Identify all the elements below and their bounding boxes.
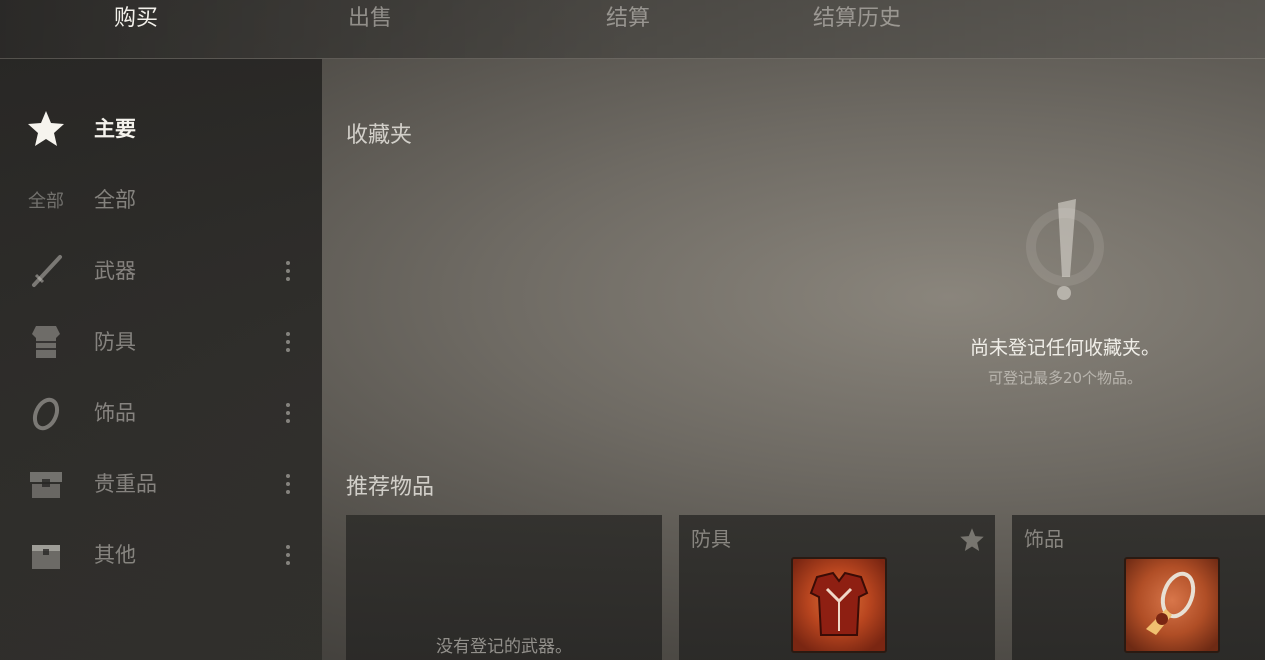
sidebar-item-others[interactable]: 其他 [0,527,322,583]
sidebar-item-label: 武器 [94,259,136,283]
star-icon [24,109,68,149]
box-icon [24,535,68,575]
favorites-limit-hint: 可登记最多20个物品。 [987,369,1143,387]
sidebar-item-label: 贵重品 [94,472,157,496]
card-empty-message: 没有登记的武器。 [436,637,572,657]
favorites-empty-state: 尚未登记任何收藏夹。 可登记最多20个物品。 [940,195,1190,395]
recommended-title: 推荐物品 [346,475,435,500]
sidebar-item-weapons[interactable]: 武器 [0,243,322,299]
favorites-empty-message: 尚未登记任何收藏夹。 [969,337,1160,359]
more-options-icon[interactable] [278,470,298,498]
category-sidebar: 主要 全部 全部 武器 防具 饰品 贵重品 其他 [0,59,322,660]
red-armor-icon[interactable] [791,557,887,653]
recommended-card-armor[interactable]: 防具 [679,515,995,660]
favorite-star-icon[interactable] [959,527,985,553]
top-tab-bar: 购买 出售 结算 结算历史 [0,0,1265,59]
sidebar-item-armor[interactable]: 防具 [0,314,322,370]
more-options-icon[interactable] [278,257,298,285]
all-icon-text: 全部 [28,191,64,212]
sidebar-item-label: 全部 [94,188,136,212]
more-options-icon[interactable] [278,328,298,356]
sword-icon [24,251,68,291]
armor-icon [24,322,68,362]
tab-sell[interactable]: 出售 [348,4,392,34]
sidebar-item-all[interactable]: 全部 全部 [0,172,322,228]
sidebar-item-valuables[interactable]: 贵重品 [0,456,322,512]
accessory-icon[interactable] [1124,557,1220,653]
sidebar-item-main[interactable]: 主要 [0,101,322,157]
sidebar-item-label: 饰品 [94,401,136,425]
tab-settle[interactable]: 结算 [606,4,650,34]
chest-icon [24,464,68,504]
exclamation-icon [1020,195,1110,310]
tab-buy[interactable]: 购买 [114,4,158,34]
recommended-card-weapon[interactable]: 没有登记的武器。 [346,515,662,660]
sidebar-item-label: 主要 [94,117,136,141]
all-icon: 全部 [24,180,68,220]
more-options-icon[interactable] [278,399,298,427]
recommended-card-accessory[interactable]: 饰品 [1012,515,1265,660]
card-category-label: 饰品 [1024,527,1064,551]
ring-icon [24,393,68,433]
sidebar-item-label: 防具 [94,330,136,354]
card-category-label: 防具 [691,527,731,551]
more-options-icon[interactable] [278,541,298,569]
sidebar-item-label: 其他 [94,543,136,567]
sidebar-item-accessories[interactable]: 饰品 [0,385,322,441]
favorites-title: 收藏夹 [346,123,413,148]
tab-settle-history[interactable]: 结算历史 [813,4,901,34]
